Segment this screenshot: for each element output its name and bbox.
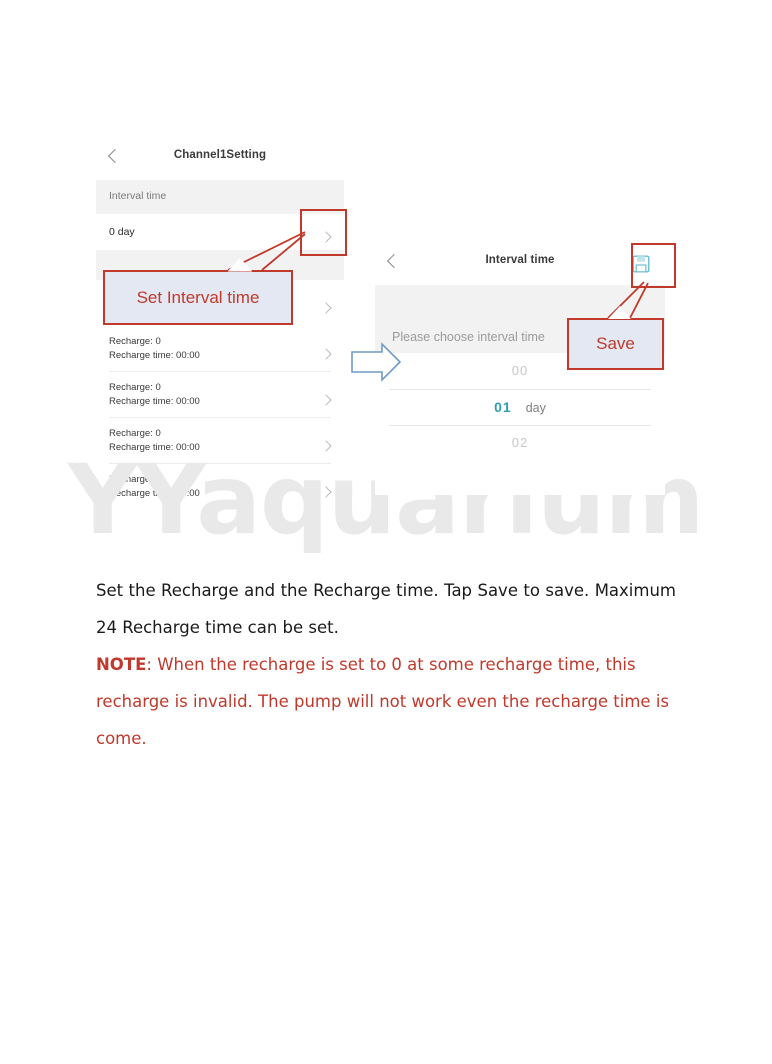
highlight-box-interval-chevron [300,209,347,256]
recharge-row-text: Recharge: 0 Recharge time: 00:00 [109,372,331,409]
paragraph-instructions: Set the Recharge and the Recharge time. … [96,581,676,637]
chevron-right-icon [320,391,332,409]
recharge-amount-label: Recharge: 0 [109,428,161,439]
picker-option-below[interactable]: 02 [375,425,665,461]
recharge-time-label: Recharge time: 00:00 [109,396,200,407]
callout-save: Save [567,318,664,370]
right-phone-title: Interval time [485,254,555,266]
table-row[interactable]: Recharge: 0 Recharge time: 00:00 [96,326,344,371]
interval-time-section-label: Interval time [109,190,167,202]
right-phone-screen: Interval time Please choose interval tim… [375,245,665,495]
highlight-box-save-icon [631,243,676,288]
figure-illustration: YYaquarium Channel1Setting Interval time… [0,0,772,570]
recharge-row-text: Recharge: 0 Recharge time: 00:00 [109,326,331,363]
table-row[interactable]: Recharge: 0 Recharge time: 00:00 [96,372,344,417]
picker-selected-unit: day [525,401,546,415]
chevron-right-icon [320,345,332,363]
note-label: NOTE [96,655,147,674]
interval-time-value-label: 0 day [109,226,135,238]
left-phone-title: Channel1Setting [173,149,267,161]
callout-save-label: Save [596,334,635,353]
picker-option-selected[interactable]: 01 day [375,389,665,425]
recharge-amount-label: Recharge: 0 [109,336,161,347]
note-text: When the recharge is set to 0 at some re… [96,655,670,748]
paragraph-note: NOTE: When the recharge is set to 0 at s… [96,646,676,757]
recharge-time-label: Recharge time: 00:00 [109,350,200,361]
body-copy: Set the Recharge and the Recharge time. … [96,572,676,757]
recharge-amount-label: Recharge: 0 [109,382,161,393]
callout-set-interval-time: Set Interval time [103,270,293,325]
note-separator: : [146,655,158,674]
chevron-right-icon [320,299,332,317]
left-phone-titlebar: Channel1Setting [96,140,344,180]
picker-selected-value: 01 [494,399,512,415]
interval-hint-label: Please choose interval time [392,330,545,344]
callout-set-interval-time-label: Set Interval time [136,287,260,307]
right-phone-titlebar: Interval time [375,245,665,285]
